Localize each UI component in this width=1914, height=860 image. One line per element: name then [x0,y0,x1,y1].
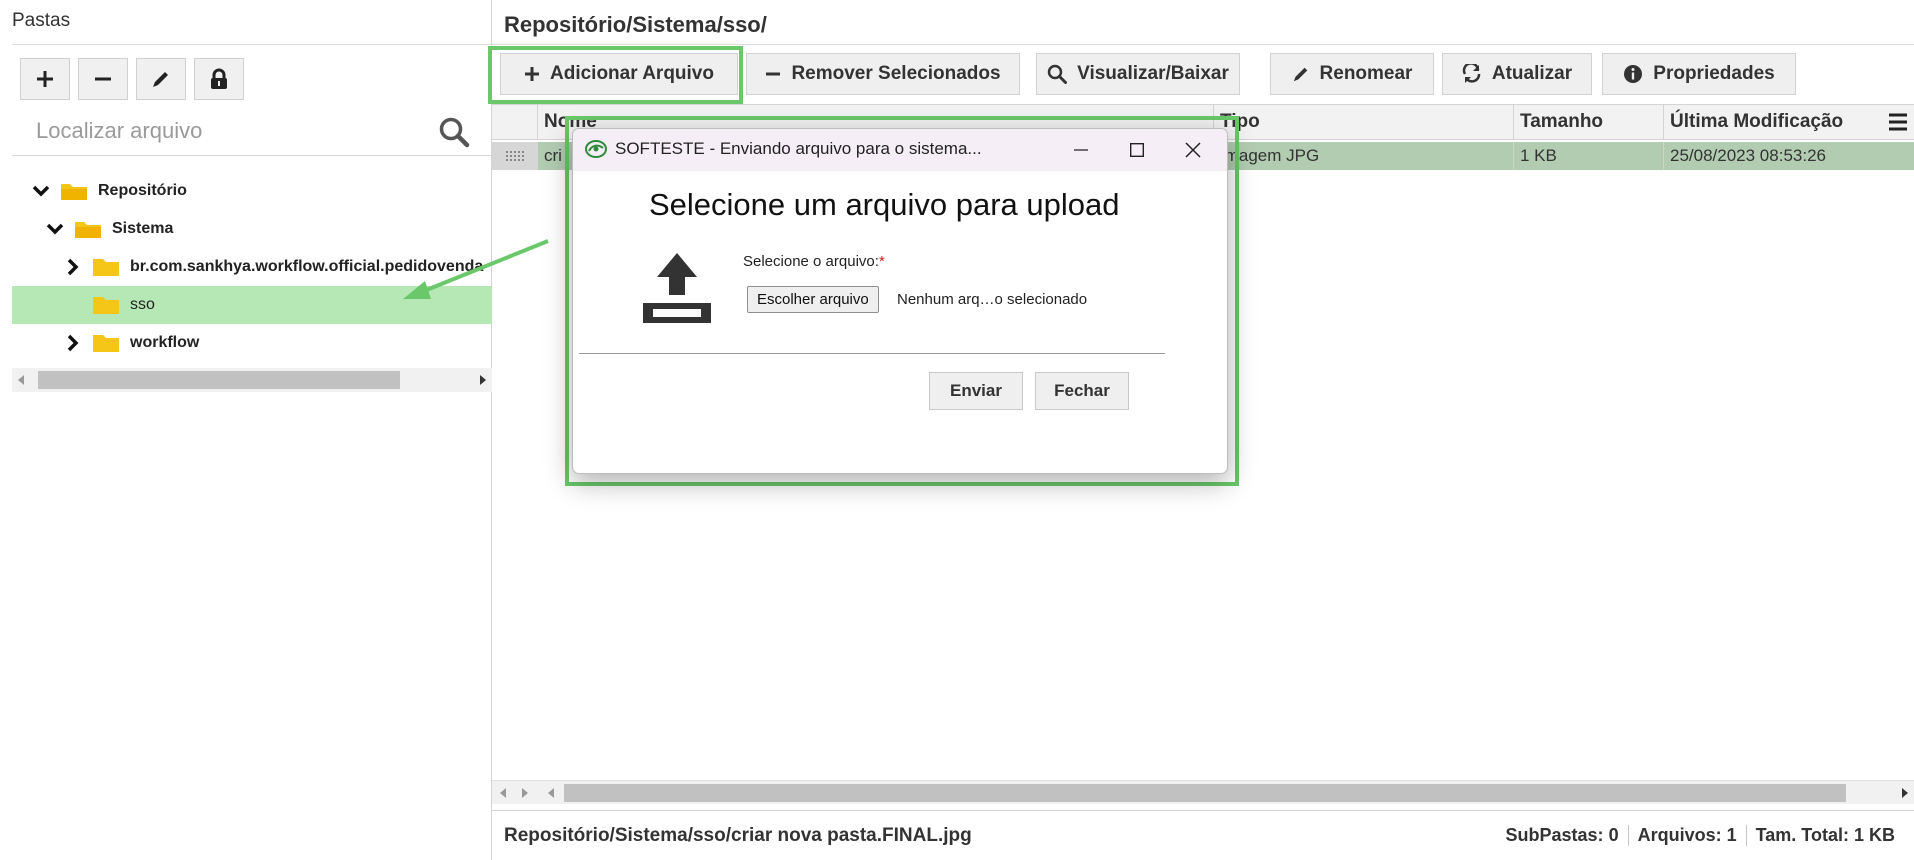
send-button[interactable]: Enviar [929,372,1023,410]
cell-type: Imagem JPG [1214,142,1514,170]
divider [12,44,491,45]
tree-item-workflow[interactable]: workflow [12,324,492,362]
file-field-label: Selecione o arquivo:* [743,253,885,270]
button-label: Remover Selecionados [791,63,1001,84]
search-icon [1047,64,1068,84]
scrollbar-thumb[interactable] [564,784,1846,802]
required-mark: * [878,253,885,270]
button-label: Visualizar/Baixar [1077,63,1229,84]
cell-modified: 25/08/2023 08:53:26 [1670,146,1826,165]
highlight-frame [488,46,743,104]
folders-panel: Pastas Repositório Sistema [0,0,492,860]
upload-icon [643,253,711,323]
close-window-button[interactable] [1165,129,1221,171]
rename-button[interactable]: Renomear [1270,53,1434,95]
refresh-button[interactable]: Atualizar [1442,53,1592,95]
rename-folder-button[interactable] [136,58,186,100]
refresh-icon [1462,64,1481,83]
divider [579,353,1165,354]
dialog-title: SOFTESTE - Enviando arquivo para o siste… [615,139,982,158]
lock-icon [211,68,227,89]
scroll-right-arrow-icon[interactable] [1902,788,1908,798]
scroll-left-arrow-icon[interactable] [18,375,24,385]
search-row [12,110,491,156]
dialog-heading: Selecione um arquivo para upload [649,187,1120,222]
add-folder-button[interactable] [20,58,70,100]
drag-handle-icon[interactable] [492,142,538,170]
total-value: 1 KB [1853,825,1895,845]
dialog-titlebar[interactable]: SOFTESTE - Enviando arquivo para o siste… [573,129,1227,171]
folder-icon [92,295,120,315]
button-label: Atualizar [1491,63,1573,84]
tree-horizontal-scrollbar[interactable] [12,368,492,392]
minus-icon [95,77,111,81]
view-download-button[interactable]: Visualizar/Baixar [1036,53,1240,95]
column-header-type[interactable]: Tipo [1214,105,1514,139]
panel-title: Pastas [12,10,71,31]
minimize-button[interactable] [1053,129,1109,171]
properties-button[interactable]: Propriedades [1602,53,1796,95]
grid-horizontal-scrollbar[interactable] [492,780,1914,804]
remove-folder-button[interactable] [78,58,128,100]
column-header-size[interactable]: Tamanho [1514,105,1664,139]
maximize-icon [1130,143,1144,157]
maximize-button[interactable] [1109,129,1165,171]
chevron-right-icon[interactable] [62,258,84,276]
choose-file-button[interactable]: Escolher arquivo [747,286,879,313]
scroll-left-arrow-icon[interactable] [500,788,506,798]
total-size: Tam. Total: 1 KB [1745,825,1904,846]
file-field-label-text: Selecione o arquivo: [743,253,879,270]
current-path-title: Repositório/Sistema/sso/ [504,12,767,37]
minus-icon [766,72,781,76]
tree-item-label: Sistema [112,220,174,237]
close-icon [1185,142,1201,158]
search-icon[interactable] [438,116,470,148]
lock-folder-button[interactable] [194,58,244,100]
remove-selected-button[interactable]: Remover Selecionados [746,53,1020,95]
status-file-path: Repositório/Sistema/sso/criar nova pasta… [504,825,972,846]
subfolders-label: SubPastas: [1505,825,1604,845]
scrollbar-thumb[interactable] [38,371,400,389]
column-header-select [492,105,538,139]
status-bar: Repositório/Sistema/sso/criar nova pasta… [492,810,1914,860]
close-button[interactable]: Fechar [1035,372,1129,410]
scroll-left-arrow-icon[interactable] [548,788,554,798]
files-label: Arquivos: [1637,825,1722,845]
column-header-modified[interactable]: Última Modificação [1664,105,1894,139]
folder-icon [92,333,120,353]
open-folder-icon [74,219,102,239]
minimize-icon [1074,149,1088,151]
subfolders-count: SubPastas: 0 [1497,825,1628,846]
status-stats: SubPastas: 0 Arquivos: 1 Tam. Total: 1 K… [1497,825,1905,846]
file-status-text: Nenhum arq…o selecionado [897,291,1088,308]
files-value: 1 [1726,825,1737,845]
tree-item-repositorio[interactable]: Repositório [12,172,492,210]
plus-icon [37,71,53,87]
search-input[interactable] [34,114,414,148]
folder-icon [92,257,120,277]
upload-dialog: SOFTESTE - Enviando arquivo para o siste… [572,128,1228,474]
open-folder-icon [60,181,88,201]
cell-size: 1 KB [1514,142,1664,170]
tree-item-label: sso [130,296,155,313]
folder-toolbar [20,58,244,100]
scroll-right-arrow-icon[interactable] [480,375,486,385]
button-label: Propriedades [1653,63,1775,84]
pencil-icon [153,72,168,87]
chevron-down-icon[interactable] [44,223,66,235]
column-menu-icon[interactable] [1888,113,1908,131]
pencil-icon [1293,67,1307,82]
subfolders-value: 0 [1608,825,1619,845]
chevron-down-icon[interactable] [30,185,52,197]
files-count: Arquivos: 1 [1627,825,1746,846]
button-label: Renomear [1319,63,1413,84]
app-logo-icon [585,140,607,158]
divider [492,44,1914,45]
tree-item-label: workflow [130,334,200,351]
scroll-right-arrow-icon[interactable] [522,788,528,798]
tree-item-label: Repositório [98,182,187,199]
info-icon [1624,65,1643,83]
chevron-right-icon[interactable] [62,334,84,352]
total-label: Tam. Total: [1755,825,1849,845]
